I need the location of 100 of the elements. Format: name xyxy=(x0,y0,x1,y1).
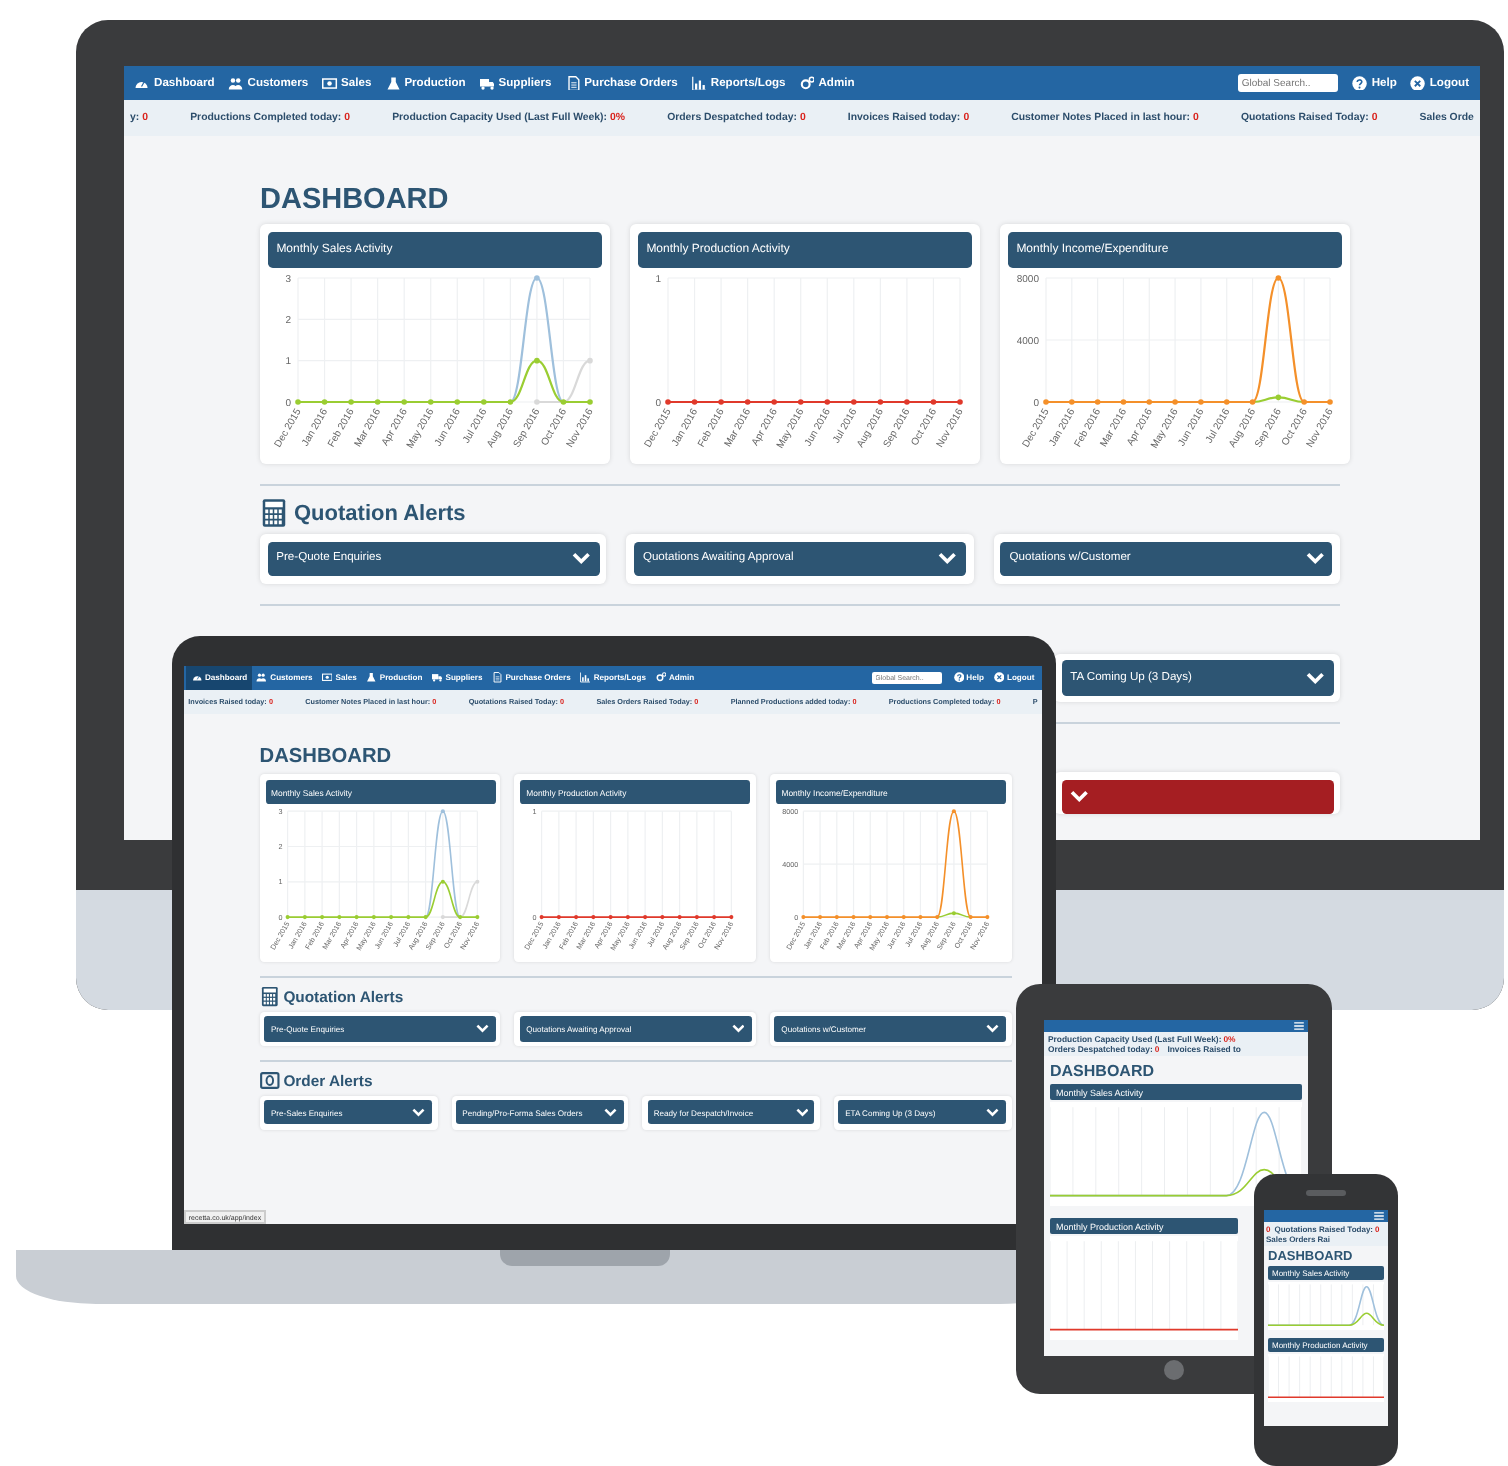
data-point xyxy=(457,916,462,921)
chevron-icon xyxy=(604,1108,618,1118)
section-title: Quotation Alerts xyxy=(294,501,466,526)
data-point xyxy=(539,916,544,921)
calculator-icon xyxy=(259,986,280,1008)
data-point xyxy=(348,399,354,406)
data-point xyxy=(302,916,307,921)
data-point xyxy=(877,399,884,406)
data-point xyxy=(1275,275,1282,282)
data-point xyxy=(321,399,328,406)
data-point xyxy=(405,916,410,921)
data-point xyxy=(587,399,593,406)
data-point xyxy=(957,399,963,406)
data-point xyxy=(984,916,989,921)
data-point xyxy=(336,916,341,921)
data-point xyxy=(353,916,358,921)
data-point xyxy=(851,399,857,406)
document-icon xyxy=(565,75,581,91)
data-point xyxy=(1327,399,1333,406)
data-point xyxy=(608,916,613,921)
data-point xyxy=(454,399,461,406)
data-point xyxy=(1146,399,1153,406)
data-point xyxy=(591,916,596,921)
data-point xyxy=(930,399,937,406)
gears-icon xyxy=(655,672,667,684)
page-title: DASHBOARD xyxy=(1050,1062,1156,1080)
data-point xyxy=(1198,399,1204,406)
data-point xyxy=(374,399,381,406)
data-point xyxy=(824,399,831,406)
data-point xyxy=(744,399,751,406)
home-button[interactable] xyxy=(1164,1360,1184,1380)
data-point xyxy=(918,916,923,921)
data-point xyxy=(474,916,479,921)
calculator-icon xyxy=(260,498,288,529)
data-point xyxy=(440,880,445,885)
data-point xyxy=(574,916,579,921)
data-point xyxy=(695,916,700,921)
data-point xyxy=(626,916,631,921)
data-point xyxy=(474,880,479,885)
close-circle-icon xyxy=(1410,75,1426,91)
data-point xyxy=(718,399,724,406)
dropdown-button[interactable] xyxy=(1061,779,1333,814)
data-point xyxy=(677,916,682,921)
data-point xyxy=(1301,399,1307,406)
document-icon xyxy=(492,672,503,684)
data-point xyxy=(660,916,665,921)
data-point xyxy=(1094,399,1101,406)
data-point xyxy=(934,916,939,921)
help-icon xyxy=(1352,75,1368,91)
truck-icon xyxy=(432,672,443,684)
data-point xyxy=(951,810,956,815)
chevron-icon xyxy=(986,1024,1000,1034)
data-point xyxy=(800,916,805,921)
people-icon xyxy=(228,75,244,91)
data-point xyxy=(834,916,839,921)
data-point xyxy=(904,399,910,406)
data-point xyxy=(691,399,698,406)
data-point xyxy=(729,916,734,921)
data-point xyxy=(851,916,856,921)
data-point xyxy=(1172,399,1178,406)
bar-chart-icon xyxy=(580,672,591,684)
data-point xyxy=(1069,399,1075,406)
data-point xyxy=(401,399,407,406)
data-point xyxy=(712,916,717,921)
menu-icon[interactable] xyxy=(1294,1022,1304,1030)
data-point xyxy=(1223,399,1230,406)
data-point xyxy=(817,916,822,921)
menu-icon[interactable] xyxy=(1374,1212,1384,1220)
chevron-icon xyxy=(1305,552,1324,566)
data-point xyxy=(643,916,648,921)
data-point xyxy=(388,916,393,921)
data-point xyxy=(1249,399,1256,406)
data-point xyxy=(560,399,567,406)
data-point xyxy=(665,399,671,406)
page-title: DASHBOARD xyxy=(260,184,451,218)
data-point xyxy=(507,399,514,406)
close-circle-icon xyxy=(993,672,1005,684)
data-point xyxy=(427,399,434,406)
chevron-icon xyxy=(938,552,958,566)
data-point xyxy=(1043,399,1049,406)
banknote-icon xyxy=(322,672,333,684)
data-point xyxy=(587,358,593,365)
data-point xyxy=(481,399,487,406)
data-point xyxy=(1275,395,1282,401)
data-point xyxy=(867,916,872,921)
data-point xyxy=(771,399,777,406)
bar-chart-icon xyxy=(691,75,707,91)
data-point xyxy=(295,399,301,406)
flask-icon xyxy=(385,75,401,91)
banknote-icon xyxy=(259,1070,280,1092)
data-point xyxy=(968,916,973,921)
data-point xyxy=(1120,399,1127,406)
gears-icon xyxy=(799,75,815,91)
chevron-icon xyxy=(1305,671,1324,685)
data-point xyxy=(884,916,889,921)
data-point xyxy=(951,912,956,917)
chevron-icon xyxy=(1070,790,1089,803)
data-point xyxy=(284,916,289,921)
banknote-icon xyxy=(322,75,338,91)
chevron-icon xyxy=(986,1108,1000,1118)
